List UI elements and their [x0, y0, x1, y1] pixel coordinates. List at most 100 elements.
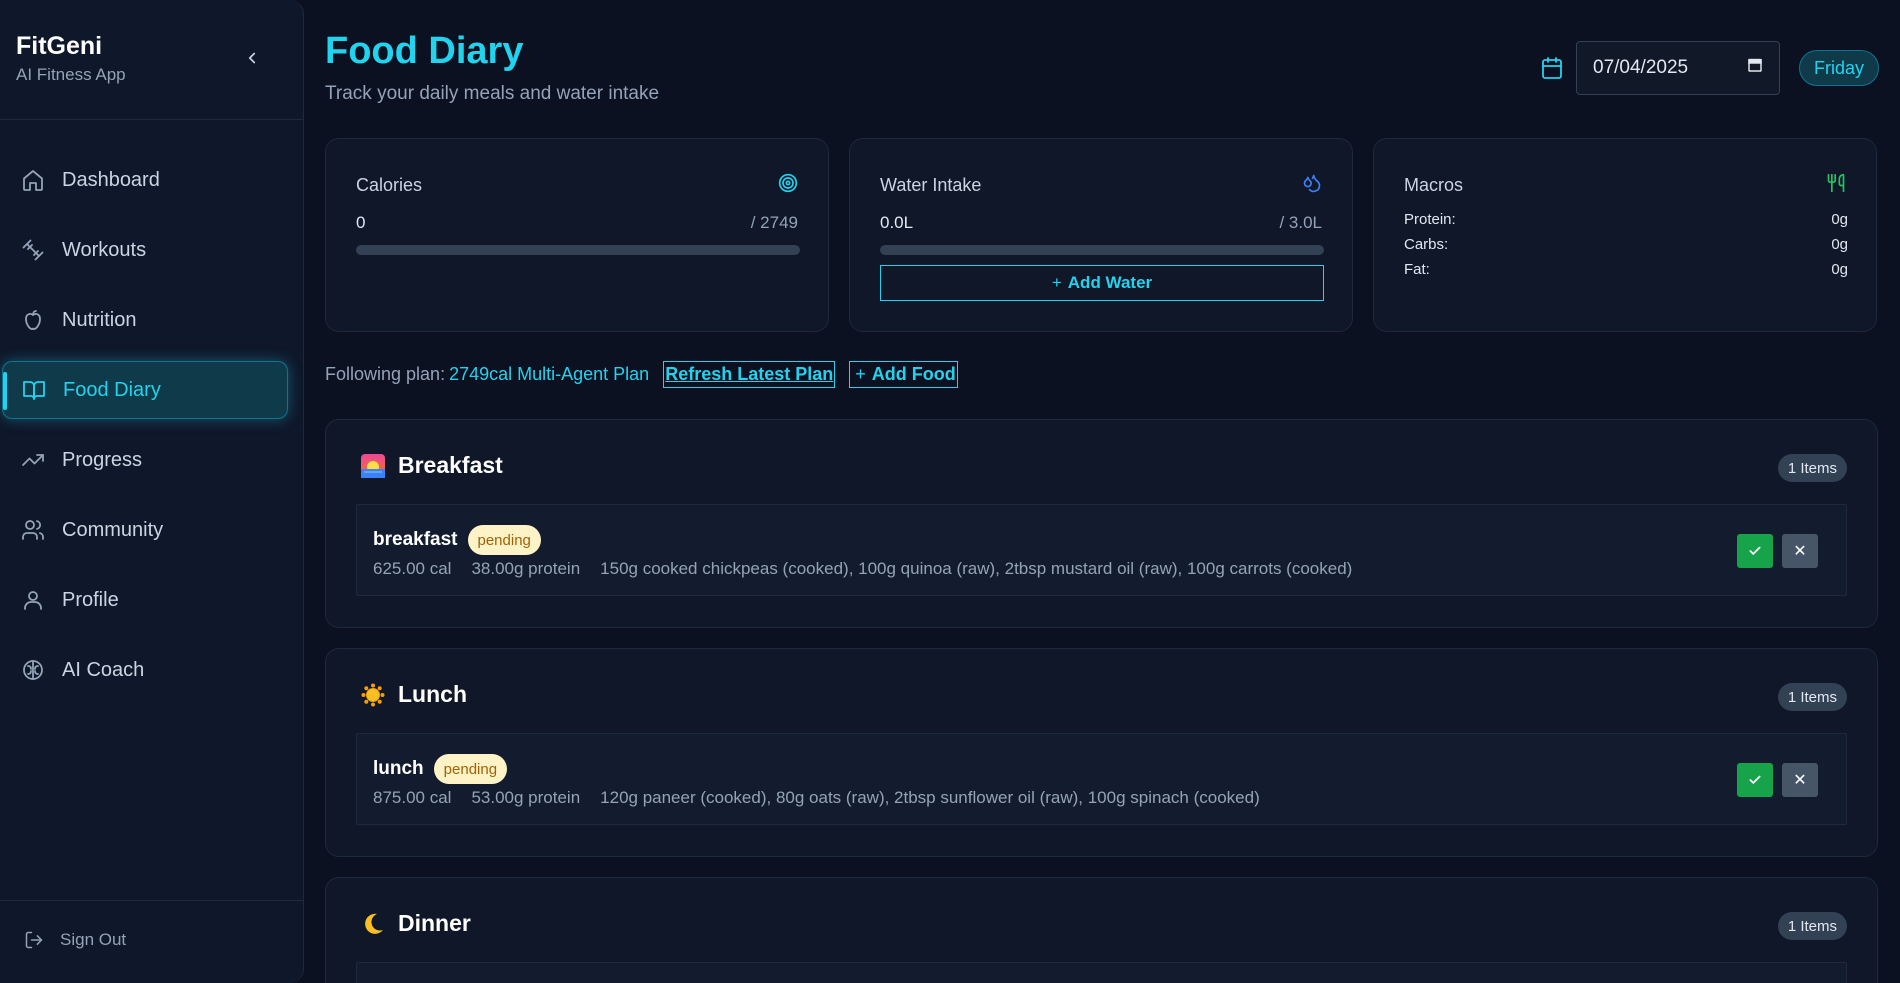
- sidebar-item-label: Progress: [62, 448, 143, 471]
- meal-header: Breakfast: [360, 452, 503, 479]
- macro-row-protein: Protein: 0g: [1404, 211, 1848, 228]
- day-badge: Friday: [1799, 50, 1880, 86]
- macro-label: Protein:: [1404, 211, 1456, 228]
- sidebar: FitGeni AI Fitness App Dashboard Workout…: [0, 0, 304, 983]
- users-icon: [20, 517, 46, 543]
- entry-calories: 875.00 cal: [373, 788, 452, 807]
- macros-title: Macros: [1404, 175, 1464, 195]
- approve-button[interactable]: [1737, 534, 1773, 568]
- brand: FitGeni AI Fitness App: [16, 32, 126, 85]
- moon-icon: [360, 911, 386, 937]
- add-food-button[interactable]: + Add Food: [849, 361, 958, 388]
- food-entry: breakfast pending 625.00 cal 38.00g prot…: [356, 504, 1847, 596]
- sidebar-item-label: AI Coach: [62, 658, 145, 681]
- calories-progress-bar: [356, 245, 800, 255]
- plan-name-link[interactable]: 2749cal Multi-Agent Plan: [449, 364, 649, 385]
- sidebar-item-progress[interactable]: Progress: [2, 431, 288, 489]
- water-goal: / 3.0L: [1279, 213, 1322, 232]
- meal-title: Breakfast: [398, 452, 503, 478]
- meal-section-dinner: Dinner 1 Items: [325, 877, 1878, 983]
- macro-label: Fat:: [1404, 261, 1430, 278]
- sidebar-item-dashboard[interactable]: Dashboard: [2, 151, 288, 209]
- entry-calories: 625.00 cal: [373, 559, 452, 578]
- water-value: 0.0L: [880, 213, 914, 232]
- book-open-icon: [21, 377, 47, 403]
- add-food-label: Add Food: [871, 364, 956, 384]
- macros-card: Macros Protein: 0g Carbs: 0g Fat: 0g: [1373, 138, 1877, 332]
- status-badge: pending: [467, 525, 541, 555]
- macro-row-fat: Fat: 0g: [1404, 261, 1848, 278]
- add-water-button[interactable]: + Add Water: [880, 265, 1324, 301]
- item-count-badge: 1 Items: [1777, 912, 1847, 940]
- utensils-icon: [1826, 173, 1846, 193]
- reject-button[interactable]: ✕: [1782, 763, 1818, 797]
- entry-details: 625.00 cal 38.00g protein 150g cooked ch…: [373, 559, 1372, 579]
- calendar-icon: [1540, 56, 1564, 80]
- entry-foods: 120g paneer (cooked), 80g oats (raw), 2t…: [600, 788, 1260, 807]
- macro-label: Carbs:: [1404, 236, 1449, 253]
- droplets-icon: [1302, 173, 1322, 193]
- approve-button[interactable]: [1737, 763, 1773, 797]
- entry-name-row: lunch pending: [373, 754, 508, 784]
- sidebar-item-label: Profile: [62, 588, 119, 611]
- trending-up-icon: [20, 447, 46, 473]
- page-title: Food Diary: [325, 30, 524, 72]
- status-badge: pending: [433, 754, 508, 784]
- water-title: Water Intake: [880, 175, 982, 195]
- main-content: Food Diary Track your daily meals and wa…: [304, 0, 1900, 983]
- sun-icon: [360, 682, 386, 708]
- entry-protein: 38.00g protein: [471, 559, 581, 578]
- calories-card: Calories 0 / 2749: [325, 138, 829, 332]
- entry-foods: 150g cooked chickpeas (cooked), 100g qui…: [600, 559, 1353, 578]
- entry-name-row: breakfast pending: [373, 525, 541, 555]
- calories-title: Calories: [356, 175, 423, 195]
- sidebar-item-ai-coach[interactable]: AI Coach: [2, 641, 288, 699]
- sidebar-item-label: Community: [62, 518, 164, 541]
- user-icon: [20, 587, 46, 613]
- date-value: 07/04/2025: [1593, 57, 1689, 78]
- entry-name: lunch: [373, 758, 424, 779]
- sign-out-label: Sign Out: [60, 930, 127, 949]
- sidebar-item-label: Nutrition: [62, 308, 137, 331]
- dumbbell-icon: [20, 237, 46, 263]
- meal-title: Lunch: [398, 681, 467, 707]
- date-picker-icon[interactable]: [1747, 57, 1763, 79]
- meal-title: Dinner: [398, 910, 471, 936]
- reject-button[interactable]: ✕: [1782, 534, 1818, 568]
- item-count-badge: 1 Items: [1777, 683, 1847, 711]
- sidebar-item-workouts[interactable]: Workouts: [2, 221, 288, 279]
- plan-row: Following plan: 2749cal Multi-Agent Plan…: [325, 361, 958, 388]
- check-icon: [1749, 775, 1761, 784]
- refresh-plan-button[interactable]: Refresh Latest Plan: [663, 361, 836, 388]
- collapse-sidebar-button[interactable]: [240, 46, 264, 70]
- sign-out-button[interactable]: Sign Out: [24, 930, 126, 950]
- sidebar-item-label: Workouts: [62, 238, 147, 261]
- apple-icon: [20, 307, 46, 333]
- water-card: Water Intake 0.0L / 3.0L + Add Water: [849, 138, 1353, 332]
- meal-section-lunch: Lunch 1 Items lunch pending 875.00 cal 5…: [325, 648, 1878, 857]
- date-input[interactable]: 07/04/2025: [1576, 41, 1780, 95]
- app-tagline: AI Fitness App: [16, 65, 126, 84]
- macro-row-carbs: Carbs: 0g: [1404, 236, 1848, 253]
- macro-value: 0g: [1831, 211, 1848, 228]
- meal-section-breakfast: Breakfast 1 Items breakfast pending 625.…: [325, 419, 1878, 628]
- sidebar-item-nutrition[interactable]: Nutrition: [2, 291, 288, 349]
- food-entry: lunch pending 875.00 cal 53.00g protein …: [356, 733, 1847, 825]
- plan-prefix: Following plan:: [325, 364, 446, 384]
- food-entry: [356, 962, 1847, 983]
- sidebar-item-community[interactable]: Community: [2, 501, 288, 559]
- target-icon: [778, 173, 798, 193]
- sidebar-item-food-diary[interactable]: Food Diary: [2, 361, 288, 419]
- meal-header: Dinner: [360, 910, 471, 937]
- add-water-label: Add Water: [1067, 273, 1153, 292]
- macro-value: 0g: [1831, 236, 1848, 253]
- sunrise-icon: [360, 453, 386, 479]
- sidebar-item-label: Food Diary: [63, 378, 161, 401]
- sidebar-item-profile[interactable]: Profile: [2, 571, 288, 629]
- chevron-left-icon: [248, 52, 256, 64]
- calories-goal: / 2749: [750, 213, 798, 232]
- water-progress-bar: [880, 245, 1324, 255]
- home-icon: [20, 167, 46, 193]
- entry-details: 875.00 cal 53.00g protein 120g paneer (c…: [373, 788, 1280, 808]
- calories-value: 0: [356, 213, 366, 232]
